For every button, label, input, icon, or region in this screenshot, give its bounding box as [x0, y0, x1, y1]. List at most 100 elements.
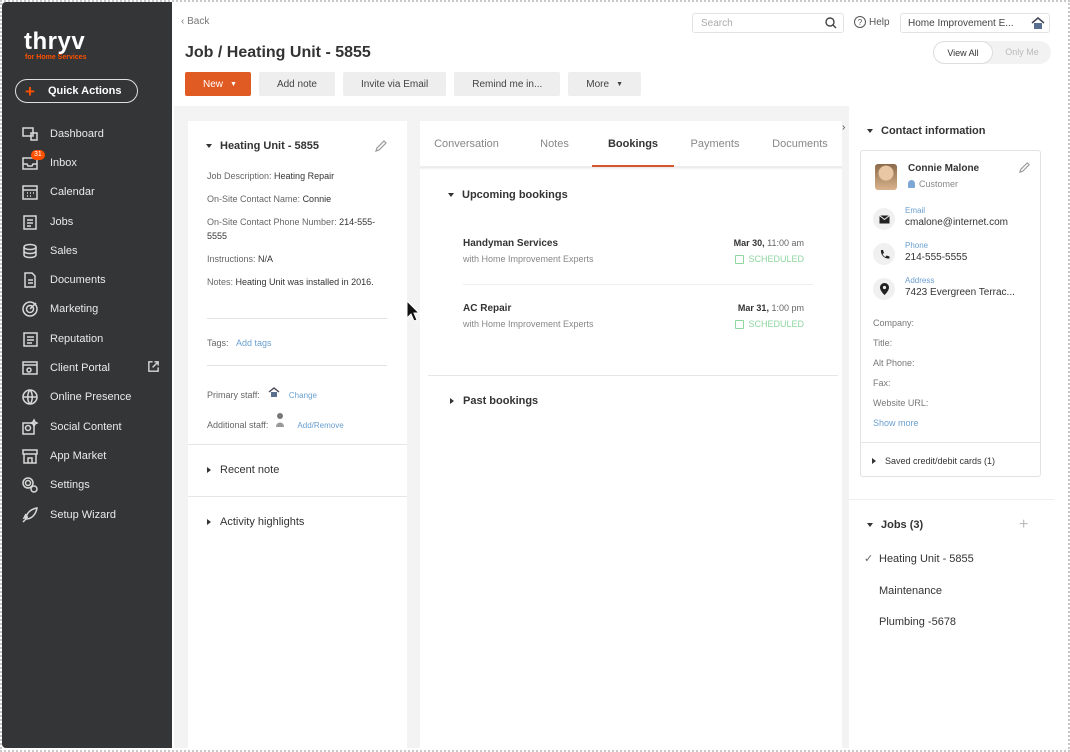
job-item[interactable]: ✓ Heating Unit - 5855 — [864, 553, 974, 565]
quick-actions-button[interactable]: + Quick Actions — [15, 79, 138, 103]
booking-date: Mar 30, 11:00 am — [733, 238, 804, 248]
collapse-panel-icon[interactable]: › — [842, 122, 845, 133]
tab-notes[interactable]: Notes — [519, 121, 590, 167]
address-value[interactable]: 7423 Evergreen Terrac... — [905, 287, 1015, 298]
sidebar-item-label: Client Portal — [50, 362, 110, 375]
job-description: Job Description: Heating Repair — [207, 171, 335, 181]
job-title[interactable]: Heating Unit - 5855 — [206, 140, 319, 152]
sidebar-item-settings[interactable]: Settings — [2, 471, 172, 500]
additional-staff-row: Additional staff: Add/Remove — [207, 412, 392, 433]
tab-conversation[interactable]: Conversation — [423, 121, 510, 167]
saved-cards-section[interactable]: Saved credit/debit cards (1) — [872, 456, 995, 466]
expand-icon — [450, 398, 454, 404]
phone-value[interactable]: 214-555-5555 — [905, 252, 967, 263]
sidebar-nav: Dashboard 31 Inbox Calendar Jobs Sales D… — [2, 119, 172, 529]
booking-status: SCHEDULED — [735, 319, 804, 329]
divider — [861, 442, 1040, 443]
sidebar-item-client-portal[interactable]: Client Portal — [2, 353, 172, 382]
past-bookings-section[interactable]: Past bookings — [450, 395, 538, 407]
sidebar-item-reputation[interactable]: Reputation — [2, 324, 172, 353]
only-me-button[interactable]: Only Me — [993, 41, 1051, 64]
show-more-link[interactable]: Show more — [873, 418, 919, 428]
edit-pencil-icon[interactable] — [1018, 161, 1031, 177]
activity-highlights-section[interactable]: Activity highlights — [207, 516, 304, 528]
help-button[interactable]: ? Help — [854, 16, 890, 28]
logo-subtitle: for Home Services — [25, 54, 87, 61]
contact-panel: Contact information Connie Malone Custom… — [849, 106, 1054, 748]
sales-icon — [20, 241, 40, 261]
instructions: Instructions: N/A — [207, 254, 274, 264]
email-value[interactable]: cmalone@internet.com — [905, 217, 1008, 228]
add-job-icon[interactable]: + — [1019, 516, 1028, 534]
sidebar-item-app-market[interactable]: App Market — [2, 441, 172, 470]
new-button[interactable]: New ▼ — [185, 72, 251, 96]
search-input[interactable] — [693, 14, 813, 32]
add-remove-staff-link[interactable]: Add/Remove — [297, 421, 343, 430]
view-all-button[interactable]: View All — [933, 41, 993, 64]
collapse-icon — [867, 129, 873, 133]
new-label: New — [203, 78, 224, 90]
tab-documents[interactable]: Documents — [759, 121, 841, 167]
past-bookings-label: Past bookings — [463, 395, 539, 407]
sidebar-item-sales[interactable]: Sales — [2, 236, 172, 265]
contact-info-header[interactable]: Contact information — [867, 125, 986, 137]
house-icon — [1031, 16, 1045, 33]
remind-button[interactable]: Remind me in... — [454, 72, 561, 96]
toolbar: New ▼ Add note Invite via Email Remind me… — [185, 72, 642, 96]
logo: thryv — [24, 28, 86, 55]
more-button[interactable]: More ▼ — [568, 72, 642, 96]
booking-status: SCHEDULED — [735, 254, 804, 264]
sidebar-item-marketing[interactable]: Marketing — [2, 295, 172, 324]
bookings-card: Conversation Notes Bookings Payments Doc… — [420, 121, 842, 748]
divider — [188, 496, 407, 497]
edit-pencil-icon[interactable] — [374, 139, 388, 156]
staff-avatar-icon — [275, 412, 287, 432]
back-link[interactable]: ‹ Back — [181, 16, 209, 27]
contact-role: Customer — [908, 179, 958, 189]
recent-note-section[interactable]: Recent note — [207, 464, 279, 476]
search-icon[interactable] — [825, 17, 837, 32]
sidebar-item-setup-wizard[interactable]: Setup Wizard — [2, 500, 172, 529]
tab-payments[interactable]: Payments — [674, 121, 756, 167]
add-tags-link[interactable]: Add tags — [236, 338, 272, 348]
upcoming-bookings-section[interactable]: Upcoming bookings — [448, 189, 568, 201]
avatar — [875, 164, 897, 190]
add-note-button[interactable]: Add note — [258, 72, 335, 96]
rocket-icon — [20, 505, 40, 525]
jobs-header[interactable]: Jobs (3) — [867, 519, 923, 531]
search-box[interactable] — [692, 13, 844, 33]
sidebar-item-social-content[interactable]: Social Content — [2, 412, 172, 441]
contact-card: Connie Malone Customer Email cmalone@int… — [860, 150, 1041, 477]
booking-row[interactable]: Handyman Services with Home Improvement … — [463, 238, 806, 264]
sidebar-item-label: Online Presence — [50, 391, 132, 404]
sidebar-item-label: Social Content — [50, 420, 122, 433]
dashboard-icon — [20, 124, 40, 144]
alt-phone-label: Alt Phone: — [873, 358, 915, 368]
sidebar-item-documents[interactable]: Documents — [2, 265, 172, 294]
job-item[interactable]: Plumbing -5678 — [879, 616, 956, 628]
sidebar-item-dashboard[interactable]: Dashboard — [2, 119, 172, 148]
collapse-icon — [448, 193, 454, 197]
calendar-check-icon — [735, 319, 745, 329]
fax-label: Fax: — [873, 378, 891, 388]
sidebar-item-calendar[interactable]: Calendar — [2, 178, 172, 207]
external-link-icon[interactable] — [147, 360, 160, 376]
divider — [849, 499, 1054, 500]
sidebar-item-inbox[interactable]: 31 Inbox — [2, 148, 172, 177]
onsite-contact: On-Site Contact Name: Connie — [207, 194, 332, 204]
onsite-phone: On-Site Contact Phone Number: 214-555-55… — [207, 217, 376, 241]
booking-row[interactable]: AC Repair with Home Improvement Experts … — [463, 303, 806, 329]
sidebar-item-label: Sales — [50, 244, 78, 257]
job-item[interactable]: Maintenance — [879, 585, 942, 597]
staff-avatar-icon — [268, 386, 280, 402]
invite-email-button[interactable]: Invite via Email — [343, 72, 447, 96]
sidebar-item-label: Inbox — [50, 156, 77, 169]
account-selector[interactable]: Home Improvement E... — [900, 13, 1050, 33]
tab-bookings[interactable]: Bookings — [592, 121, 674, 168]
sidebar-item-jobs[interactable]: Jobs — [2, 207, 172, 236]
sidebar-item-online-presence[interactable]: Online Presence — [2, 383, 172, 412]
change-staff-link[interactable]: Change — [289, 391, 317, 400]
documents-icon — [20, 270, 40, 290]
social-content-icon — [20, 417, 40, 437]
contact-info-label: Contact information — [881, 125, 986, 137]
